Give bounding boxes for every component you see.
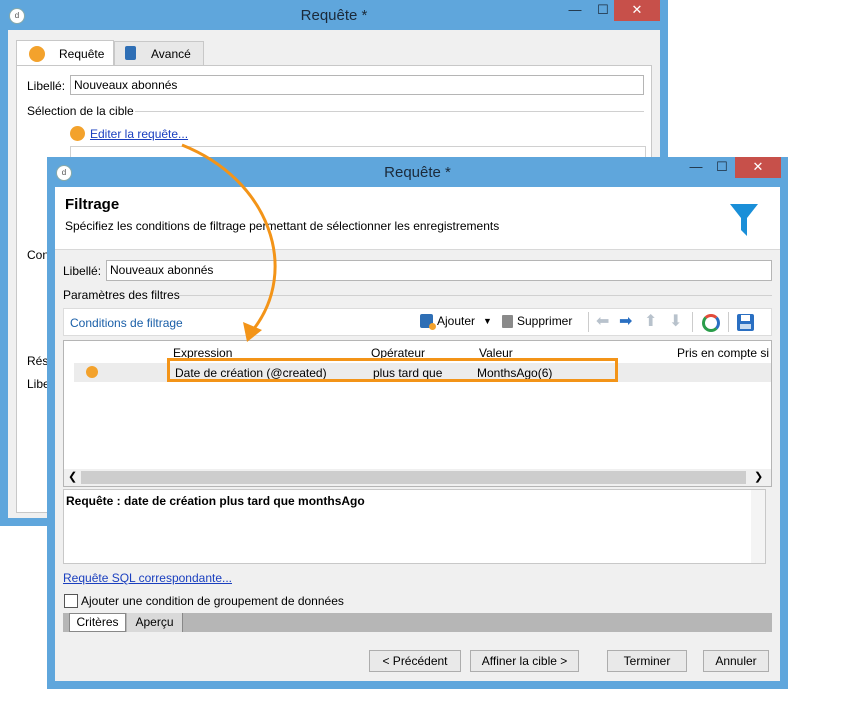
minimize-icon[interactable]: — xyxy=(681,157,711,178)
next-button[interactable]: Affiner la cible > xyxy=(470,650,579,672)
arrow-up-icon[interactable]: ⬆ xyxy=(644,314,657,330)
scroll-left-icon[interactable]: ❮ xyxy=(68,470,77,483)
bottom-tab-strip: Critères Aperçu xyxy=(63,613,772,632)
toolbar-separator xyxy=(692,312,693,332)
tab-criteres[interactable]: Critères xyxy=(69,613,126,632)
orange-circle-icon xyxy=(29,46,45,62)
tab-avance-label: Avancé xyxy=(151,47,191,61)
column-header-condition[interactable]: Pris en compte si xyxy=(677,346,769,360)
funnel-icon xyxy=(730,204,758,236)
section-divider xyxy=(135,111,644,112)
add-button[interactable]: Ajouter ▼ xyxy=(420,314,492,330)
close-icon[interactable]: ✕ xyxy=(614,0,660,21)
tab-apercu[interactable]: Aperçu xyxy=(127,613,183,632)
partial-label-con: Con xyxy=(27,248,50,262)
front-window-title: Requête * xyxy=(384,164,451,181)
front-window-titlebar: d Requête * — ☐ ✕ xyxy=(47,157,788,187)
close-icon[interactable]: ✕ xyxy=(735,157,781,178)
conditions-label: Conditions de filtrage xyxy=(70,316,183,330)
add-button-label: Ajouter xyxy=(437,314,476,328)
clipboard-icon xyxy=(125,46,136,60)
header-title: Filtrage xyxy=(65,196,120,213)
arrow-right-icon[interactable]: ➡ xyxy=(619,314,632,330)
orange-circle-icon xyxy=(70,126,85,141)
minimize-icon[interactable]: — xyxy=(560,0,590,21)
section-divider xyxy=(179,295,772,296)
label-input-value: Nouveaux abonnés xyxy=(74,78,178,92)
previous-button[interactable]: < Précédent xyxy=(369,650,461,672)
tab-criteres-label: Critères xyxy=(76,615,119,629)
save-icon[interactable] xyxy=(737,314,754,331)
label-caption: Libellé: xyxy=(63,264,102,278)
label-caption: Libellé: xyxy=(27,79,66,93)
maximize-icon[interactable]: ☐ xyxy=(709,157,735,178)
tab-apercu-label: Aperçu xyxy=(135,615,174,629)
dropdown-arrow-icon: ▼ xyxy=(483,316,492,326)
group-condition-checkbox[interactable] xyxy=(64,594,78,608)
tab-requete[interactable]: Requête xyxy=(16,40,114,66)
filter-toolbar: Conditions de filtrage Ajouter ▼ Supprim… xyxy=(63,308,772,336)
orange-circle-icon xyxy=(86,366,98,378)
back-window-titlebar: d Requête * — ☐ ✕ xyxy=(0,0,668,30)
refresh-icon[interactable] xyxy=(702,314,720,332)
header-banner: Filtrage Spécifiez les conditions de fil… xyxy=(55,187,780,250)
target-section-title: Sélection de la cible xyxy=(27,104,134,118)
front-window-client: Filtrage Spécifiez les conditions de fil… xyxy=(55,187,780,681)
highlight-box xyxy=(167,358,618,382)
finish-button[interactable]: Terminer xyxy=(607,650,687,672)
group-condition-label: Ajouter une condition de groupement de d… xyxy=(81,594,344,608)
label-input-value: Nouveaux abonnés xyxy=(110,263,214,277)
query-summary-box[interactable]: Requête : date de création plus tard que… xyxy=(63,489,766,564)
horizontal-scrollbar[interactable]: ❮ ❯ xyxy=(64,469,771,486)
delete-button-label: Supprimer xyxy=(517,314,573,328)
scroll-right-icon[interactable]: ❯ xyxy=(754,470,763,483)
delete-button[interactable]: Supprimer xyxy=(502,314,572,328)
params-section-title: Paramètres des filtres xyxy=(63,288,180,302)
tab-requete-label: Requête xyxy=(59,47,105,61)
trash-icon xyxy=(502,314,513,328)
label-input[interactable]: Nouveaux abonnés xyxy=(106,260,772,281)
maximize-icon[interactable]: ☐ xyxy=(590,0,616,21)
scrollbar-thumb[interactable] xyxy=(81,471,746,484)
sql-query-link[interactable]: Requête SQL correspondante... xyxy=(63,571,232,585)
front-window: d Requête * — ☐ ✕ Filtrage Spécifiez les… xyxy=(47,157,788,689)
cancel-button[interactable]: Annuler xyxy=(703,650,769,672)
arrow-left-icon[interactable]: ⬅ xyxy=(596,314,609,330)
query-summary-text: Requête : date de création plus tard que… xyxy=(66,494,365,508)
label-input[interactable]: Nouveaux abonnés xyxy=(70,75,644,95)
vertical-scrollbar[interactable] xyxy=(751,490,765,563)
add-condition-icon xyxy=(420,314,436,330)
arrow-down-icon[interactable]: ⬇ xyxy=(669,314,682,330)
toolbar-separator xyxy=(588,312,589,332)
edit-query-link[interactable]: Editer la requête... xyxy=(90,127,188,141)
toolbar-separator xyxy=(728,312,729,332)
header-subtitle: Spécifiez les conditions de filtrage per… xyxy=(65,219,500,233)
tab-avance[interactable]: Avancé xyxy=(114,41,204,66)
